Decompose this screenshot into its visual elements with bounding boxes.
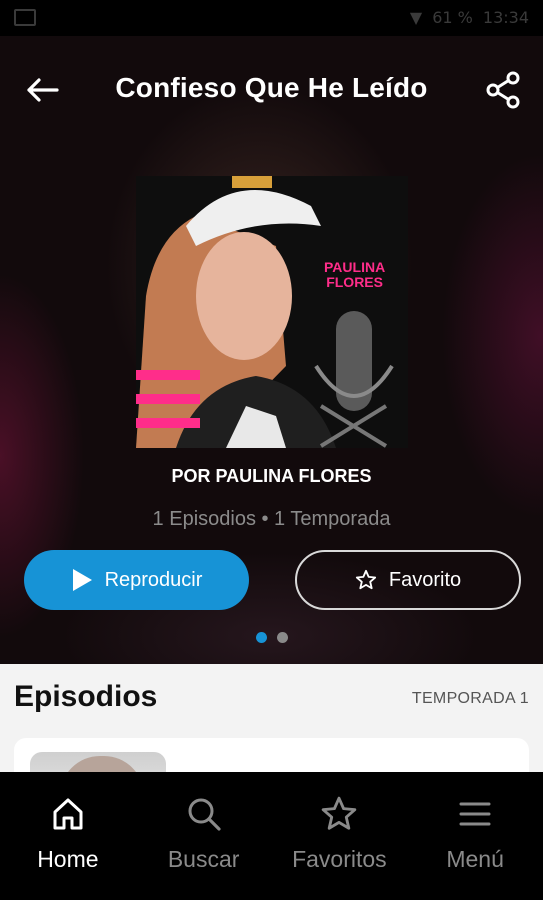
arrow-left-icon: [27, 78, 59, 102]
nav-home[interactable]: Home: [0, 772, 136, 900]
episodes-heading: Episodios: [14, 680, 158, 713]
screenshot-icon: [14, 9, 36, 26]
share-button[interactable]: [481, 68, 525, 112]
show-meta: 1 Episodios • 1 Temporada: [152, 508, 391, 530]
author-label: POR PAULINA FLORES: [171, 466, 372, 486]
nav-label: Buscar: [167, 846, 240, 872]
clock: 13:34: [482, 8, 529, 27]
page-dot-active[interactable]: [255, 632, 267, 643]
nav-label: Favoritos: [292, 846, 387, 872]
status-bar: ▼ 61 % 13:34: [0, 0, 543, 36]
nav-label: Home: [37, 846, 99, 872]
menu-icon: [455, 794, 495, 834]
signal-icon: ▼: [409, 8, 423, 27]
nav-favorites[interactable]: Favoritos: [272, 772, 408, 900]
back-button[interactable]: [20, 68, 64, 112]
cover-artist-line2: FLORES: [326, 274, 383, 290]
play-icon: [72, 569, 92, 591]
season-selector[interactable]: TEMPORADA 1: [412, 690, 529, 708]
favorite-button-label: Favorito: [388, 568, 462, 591]
brand-logo: [136, 370, 200, 432]
cover-artist-label: PAULINA FLORES: [324, 260, 385, 290]
episode-thumbnail: [30, 752, 166, 772]
page-indicator: [0, 632, 543, 643]
nav-search[interactable]: Buscar: [136, 772, 272, 900]
nav-menu[interactable]: Menú: [407, 772, 543, 900]
cover-artist-line1: PAULINA: [324, 259, 386, 275]
episodes-section: Episodios TEMPORADA 1: [0, 664, 543, 772]
battery-level: 61 %: [432, 8, 473, 27]
page-title: Confieso Que He Leído: [115, 72, 428, 103]
top-bar: Confieso Que He Leído: [0, 64, 543, 112]
play-button-label: Reproducir: [104, 568, 203, 591]
bottom-navigation: Home Buscar Favoritos Menú: [0, 772, 543, 900]
star-icon: [355, 569, 376, 590]
podcast-hero: Confieso Que He Leído PAULINA FLORES POR…: [0, 36, 543, 664]
home-icon: [48, 794, 88, 834]
search-icon: [184, 794, 224, 834]
favorite-button[interactable]: Favorito: [295, 550, 521, 610]
play-button[interactable]: Reproducir: [24, 550, 249, 610]
status-icons: ▼ 61 % 13:34: [410, 8, 529, 27]
share-icon: [486, 71, 520, 109]
page-dot[interactable]: [276, 632, 288, 643]
podcast-cover: PAULINA FLORES: [136, 176, 408, 448]
episode-card[interactable]: [14, 738, 529, 772]
star-icon: [319, 794, 359, 834]
nav-label: Menú: [446, 846, 504, 872]
